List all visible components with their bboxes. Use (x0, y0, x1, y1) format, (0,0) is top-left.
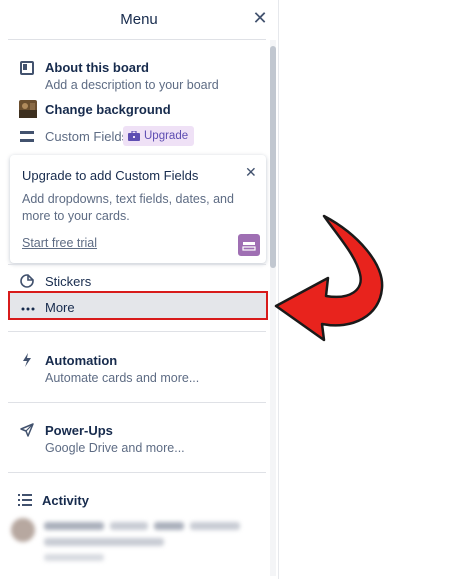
custom-fields-label: Custom Fields (45, 129, 129, 144)
stickers-label: Stickers (45, 274, 92, 289)
lightning-icon (22, 353, 38, 369)
section-divider (8, 331, 266, 332)
board-icon (20, 61, 36, 77)
stickers-item[interactable]: Stickers (8, 274, 266, 292)
upgrade-card-title: Upgrade to add Custom Fields (22, 168, 199, 183)
about-this-board-item[interactable]: About this board Add a description to yo… (8, 60, 266, 94)
close-icon[interactable]: ✕ (250, 8, 270, 28)
redacted-activity-entry (10, 516, 265, 566)
background-thumbnail (19, 100, 37, 118)
section-divider (8, 402, 266, 403)
ellipsis-icon (21, 299, 37, 315)
board-menu-panel: Menu ✕ About this board Add a descriptio… (0, 0, 279, 579)
section-divider (8, 264, 266, 265)
briefcase-icon (128, 131, 140, 141)
power-ups-item[interactable]: Power-Ups Google Drive and more... (8, 423, 266, 457)
change-background-label: Change background (45, 102, 171, 117)
automation-label: Automation (45, 353, 118, 368)
upgrade-card-description: Add dropdowns, text fields, dates, and m… (22, 192, 234, 223)
list-icon (18, 493, 34, 509)
custom-fields-illustration (238, 234, 260, 256)
automation-item[interactable]: Automation Automate cards and more... (8, 353, 266, 387)
section-divider (8, 472, 266, 473)
menu-title: Menu (120, 11, 158, 28)
more-label: More (45, 300, 75, 315)
activity-label: Activity (42, 493, 89, 508)
close-icon[interactable]: ✕ (245, 164, 257, 181)
header-divider (8, 39, 266, 40)
red-annotation-arrow (274, 214, 384, 342)
about-sub: Add a description to your board (45, 78, 219, 92)
start-free-trial-link[interactable]: Start free trial (22, 236, 97, 250)
sticker-icon (20, 274, 36, 290)
rocket-icon (20, 423, 36, 439)
power-ups-sub: Google Drive and more... (45, 441, 185, 455)
automation-sub: Automate cards and more... (45, 371, 200, 385)
power-ups-label: Power-Ups (45, 423, 113, 438)
upgrade-badge[interactable]: Upgrade (123, 126, 195, 146)
change-background-item[interactable]: Change background (8, 100, 266, 120)
custom-fields-item[interactable]: Custom Fields Upgrade (8, 126, 266, 147)
more-item-highlight[interactable]: More (8, 291, 268, 320)
custom-fields-icon (20, 130, 36, 146)
about-label: About this board (45, 60, 149, 75)
menu-header: Menu ✕ (0, 0, 278, 40)
activity-heading: Activity (8, 493, 266, 511)
upgrade-badge-label: Upgrade (144, 130, 189, 142)
upgrade-custom-fields-card: Upgrade to add Custom Fields ✕ Add dropd… (10, 155, 266, 263)
